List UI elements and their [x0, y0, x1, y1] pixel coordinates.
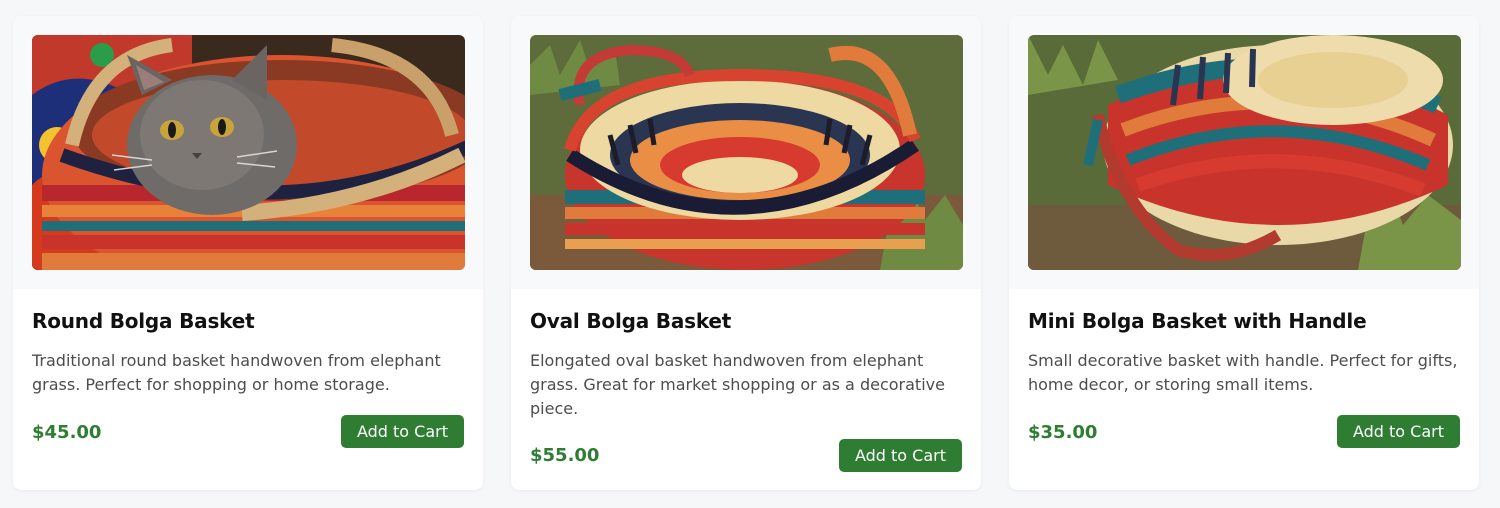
product-image-area — [511, 16, 981, 289]
product-title[interactable]: Mini Bolga Basket with Handle — [1028, 309, 1367, 333]
product-title[interactable]: Oval Bolga Basket — [530, 309, 731, 333]
product-image-area — [13, 16, 483, 289]
add-to-cart-button[interactable]: Add to Cart — [1337, 415, 1460, 448]
product-description: Small decorative basket with handle. Per… — [1028, 351, 1458, 394]
product-description: Elongated oval basket handwoven from ele… — [530, 351, 945, 418]
product-image[interactable] — [32, 35, 465, 270]
product-image-area — [1009, 16, 1479, 289]
product-image[interactable] — [530, 35, 963, 270]
product-price: $35.00 — [1028, 422, 1098, 443]
product-title[interactable]: Round Bolga Basket — [32, 309, 255, 333]
add-to-cart-button[interactable]: Add to Cart — [341, 415, 464, 448]
product-card: Mini Bolga Basket with Handle Small deco… — [1009, 16, 1479, 490]
product-price: $55.00 — [530, 445, 600, 466]
add-to-cart-button[interactable]: Add to Cart — [839, 439, 962, 472]
product-image[interactable] — [1028, 35, 1461, 270]
product-price: $45.00 — [32, 422, 102, 443]
product-card: Round Bolga Basket Traditional round bas… — [13, 16, 483, 490]
product-grid: Round Bolga Basket Traditional round bas… — [0, 0, 1500, 508]
product-description: Traditional round basket handwoven from … — [32, 351, 441, 394]
product-card: Oval Bolga Basket Elongated oval basket … — [511, 16, 981, 490]
